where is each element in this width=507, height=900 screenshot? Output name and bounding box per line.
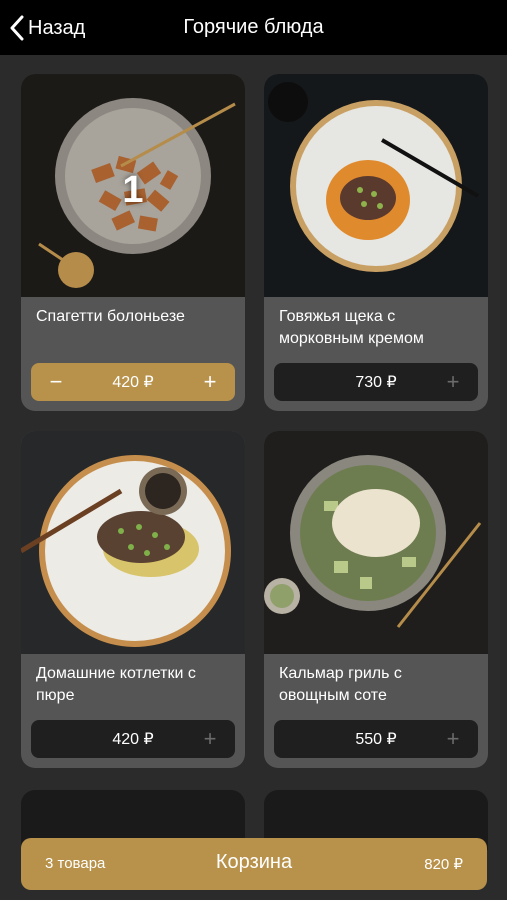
product-card[interactable]: Кальмар гриль с овощным соте 550 ₽ + bbox=[264, 431, 488, 768]
increase-button[interactable]: + bbox=[191, 363, 229, 401]
add-button[interactable]: + bbox=[191, 720, 229, 758]
add-button[interactable]: + bbox=[434, 720, 472, 758]
product-name: Спагетти болоньезе bbox=[36, 308, 185, 325]
product-price: 420 ₽ bbox=[112, 731, 154, 748]
cart-label: Корзина bbox=[215, 851, 293, 873]
add-to-cart-bar[interactable]: 730 ₽ + bbox=[274, 363, 478, 401]
product-name: Домашние котлетки с пюре bbox=[36, 665, 196, 704]
product-card[interactable]: Домашние котлетки с пюре 420 ₽ + bbox=[21, 431, 245, 768]
app-header: Назад Горячие блюда bbox=[0, 0, 507, 55]
product-price: 420 ₽ bbox=[112, 374, 154, 391]
product-photo bbox=[21, 431, 245, 654]
product-photo: 1 bbox=[21, 74, 245, 297]
cart-button[interactable]: 3 товара Корзина 820 ₽ bbox=[21, 838, 487, 890]
add-to-cart-bar[interactable]: 420 ₽ + bbox=[31, 720, 235, 758]
product-photo bbox=[264, 74, 488, 297]
product-card[interactable]: 1 Спагетти болоньезе − 420 ₽ + bbox=[21, 74, 245, 411]
product-price: 730 ₽ bbox=[355, 374, 397, 391]
page-title: Горячие блюда bbox=[183, 16, 324, 38]
cart-total: 820 ₽ bbox=[424, 856, 463, 873]
quantity-stepper: − 420 ₽ + bbox=[31, 363, 235, 401]
product-price: 550 ₽ bbox=[355, 731, 397, 748]
product-name: Говяжья щека с морковным кремом bbox=[279, 308, 424, 347]
add-to-cart-bar[interactable]: 550 ₽ + bbox=[274, 720, 478, 758]
product-card[interactable]: Говяжья щека с морковным кремом 730 ₽ + bbox=[264, 74, 488, 411]
product-photo bbox=[264, 431, 488, 654]
quantity-badge: 1 bbox=[122, 169, 144, 211]
decrease-button[interactable]: − bbox=[37, 363, 75, 401]
product-name: Кальмар гриль с овощным соте bbox=[279, 665, 402, 704]
add-button[interactable]: + bbox=[434, 363, 472, 401]
